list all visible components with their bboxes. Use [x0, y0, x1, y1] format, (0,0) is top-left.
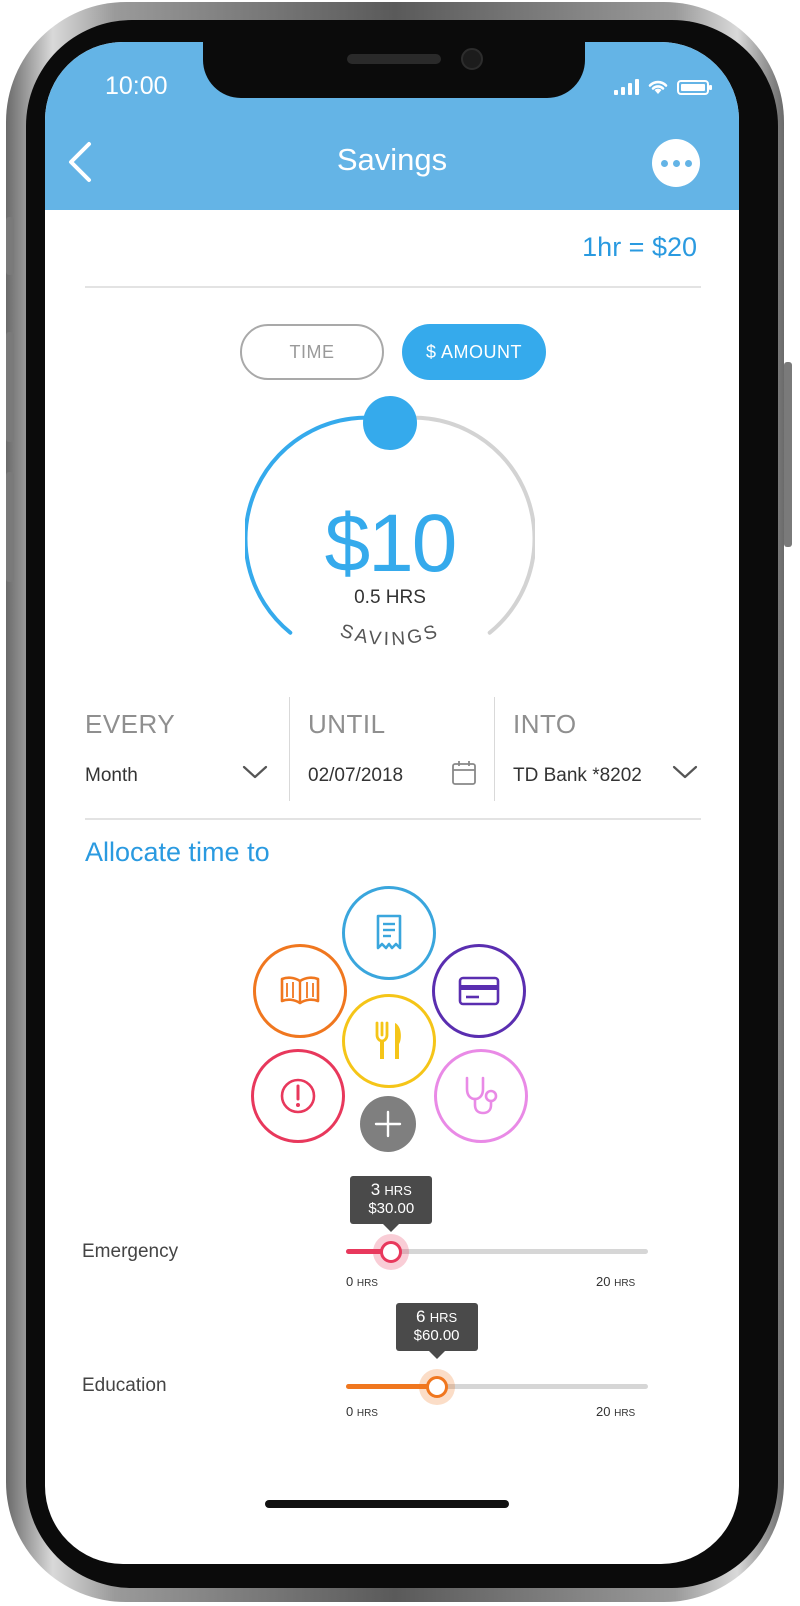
stethoscope-icon	[465, 1076, 498, 1115]
signal-icon	[614, 79, 639, 95]
slider-tooltip: 6 HRS $60.00	[395, 1303, 478, 1359]
category-education[interactable]	[253, 944, 347, 1038]
until-field[interactable]: UNTIL 02/07/2018	[308, 697, 483, 801]
divider	[85, 818, 701, 820]
hourly-rate-label: 1hr = $20	[582, 232, 697, 262]
front-camera	[461, 48, 483, 70]
tooltip-hours: 6	[416, 1307, 426, 1326]
home-indicator[interactable]	[265, 1500, 509, 1508]
book-icon	[280, 976, 320, 1005]
power-button	[784, 362, 792, 547]
tooltip-hours-unit: HRS	[384, 1183, 412, 1198]
alert-icon	[280, 1078, 316, 1114]
category-credit[interactable]	[432, 944, 526, 1038]
tooltip-hours-unit: HRS	[429, 1310, 458, 1325]
into-value: TD Bank *8202	[513, 765, 642, 786]
into-label: INTO	[513, 709, 577, 739]
app-screen: 10:00 Savings 1hr = $20 TIME $ AMOUNT SA…	[45, 42, 739, 1564]
device-notch	[203, 42, 585, 98]
slider-min-label: 0 HRS	[346, 1404, 378, 1419]
page-title: Savings	[336, 142, 448, 177]
calendar-icon	[452, 761, 476, 785]
more-options-button[interactable]	[652, 139, 700, 187]
credit-card-icon	[458, 976, 500, 1006]
category-health[interactable]	[434, 1049, 528, 1143]
every-label: EVERY	[85, 709, 176, 739]
wifi-icon	[648, 80, 668, 94]
field-separator	[289, 697, 290, 801]
battery-icon	[677, 80, 712, 95]
more-dot-icon	[672, 159, 680, 167]
savings-amount: $10	[324, 498, 458, 589]
until-value: 02/07/2018	[308, 765, 404, 786]
slider-tooltip: 3 HRS $30.00	[350, 1176, 433, 1232]
tooltip-amount: $60.00	[413, 1327, 460, 1344]
slider-max-label: 20 HRS	[596, 1404, 636, 1419]
volume-down-button	[6, 472, 14, 582]
category-food[interactable]	[342, 994, 436, 1088]
status-time: 10:00	[105, 72, 168, 100]
into-field[interactable]: INTO TD Bank *8202	[513, 697, 703, 801]
tooltip-amount: $30.00	[368, 1200, 415, 1217]
dial-handle	[363, 396, 417, 450]
more-dot-icon	[684, 159, 692, 167]
dial-caption: SAVINGS	[338, 620, 443, 650]
field-separator	[494, 697, 495, 801]
fork-knife-icon	[375, 1021, 401, 1059]
slider-track[interactable]	[346, 1384, 648, 1389]
add-category-button[interactable]	[360, 1096, 416, 1152]
plus-icon	[374, 1110, 402, 1138]
until-label: UNTIL	[308, 709, 386, 739]
slider-label-emergency: Emergency	[82, 1241, 179, 1262]
tooltip-hours: 3	[370, 1180, 381, 1199]
more-dot-icon	[660, 159, 668, 167]
chevron-down-icon	[672, 765, 698, 779]
slider-label-education: Education	[82, 1375, 167, 1396]
amount-toggle-button[interactable]: $ AMOUNT	[402, 324, 546, 380]
chevron-down-icon	[242, 765, 268, 779]
volume-up-button	[6, 332, 14, 442]
status-icons	[614, 78, 712, 95]
slider-min-label: 0 HRS	[346, 1274, 378, 1289]
allocate-title: Allocate time to	[85, 837, 270, 867]
slider-thumb[interactable]	[425, 1376, 448, 1398]
every-value: Month	[85, 765, 138, 786]
category-bills[interactable]	[342, 886, 436, 980]
slider-max-label: 20 HRS	[596, 1274, 636, 1289]
savings-hours: 0.5 HRS	[354, 587, 426, 608]
speaker-grille	[347, 54, 441, 64]
divider	[85, 286, 701, 288]
mute-switch	[6, 217, 14, 275]
category-emergency[interactable]	[251, 1049, 345, 1143]
every-field[interactable]: EVERY Month	[85, 697, 275, 801]
time-toggle-button[interactable]: TIME	[240, 324, 384, 380]
receipt-icon	[376, 914, 402, 950]
